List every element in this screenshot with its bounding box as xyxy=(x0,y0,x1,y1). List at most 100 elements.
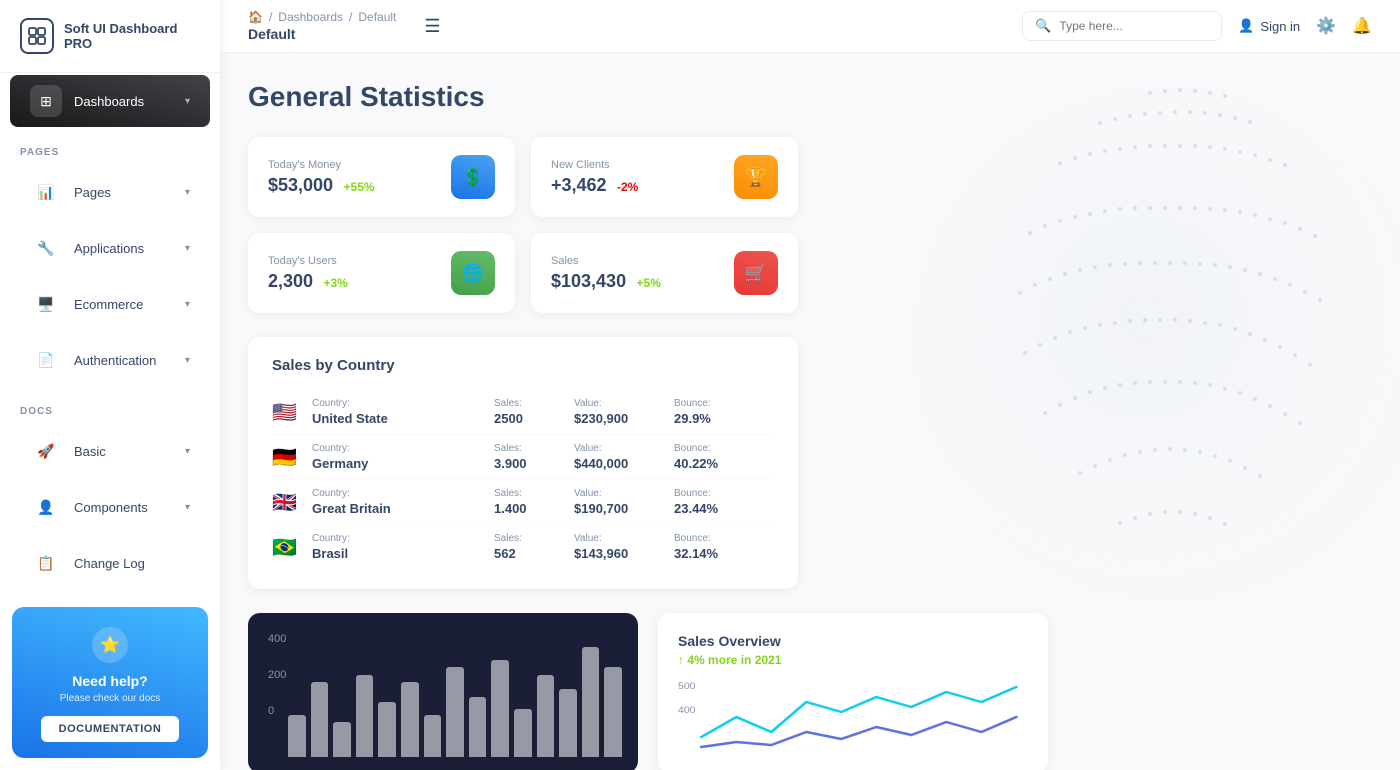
breadcrumb-current: Default xyxy=(358,10,396,24)
sidebar-logo: Soft UI Dashboard PRO xyxy=(0,0,220,73)
col-label-country-0: Country: xyxy=(312,398,494,409)
country-row-de: 🇩🇪 Country: Germany Sales: 3.900 Value: … xyxy=(272,435,774,480)
country-table: 🇺🇸 Country: United State Sales: 2500 Val… xyxy=(272,390,774,569)
col-value-value-2: $190,700 xyxy=(574,501,674,516)
sidebar-item-changelog[interactable]: 📋 Change Log xyxy=(10,537,210,589)
svg-text:500: 500 xyxy=(678,682,696,692)
stat-label-clients: New Clients xyxy=(551,159,638,171)
breadcrumb: 🏠 / Dashboards / Default xyxy=(248,10,396,24)
bar-12 xyxy=(559,689,577,757)
bar-6 xyxy=(424,715,442,757)
chevron-icon-apps: ▾ xyxy=(185,243,190,254)
stat-value-clients: +3,462 xyxy=(551,175,607,195)
stat-value-users: 2,300 xyxy=(268,271,313,291)
stat-icon-clients: 🏆 xyxy=(734,155,778,199)
sidebar-label-changelog: Change Log xyxy=(74,556,145,571)
sidebar-item-ecommerce[interactable]: 🖥️ Ecommerce ▾ xyxy=(10,278,210,330)
documentation-button[interactable]: DOCUMENTATION xyxy=(41,716,180,742)
sidebar-item-pages[interactable]: 📊 Pages ▾ xyxy=(10,166,210,218)
stat-label-money: Today's Money xyxy=(268,159,375,171)
bar-11 xyxy=(537,675,555,758)
col-label-bounce-2: Bounce: xyxy=(674,488,774,499)
bar-chart-y-0: 0 xyxy=(268,705,274,717)
applications-icon: 🔧 xyxy=(30,232,62,264)
hamburger-menu[interactable]: ☰ xyxy=(424,16,440,37)
help-box: ⭐ Need help? Please check our docs DOCUM… xyxy=(12,607,208,758)
bar-7 xyxy=(446,667,464,757)
chevron-icon-basic: ▾ xyxy=(185,446,190,457)
notifications-icon[interactable]: 🔔 xyxy=(1352,16,1372,36)
col-label-bounce-0: Bounce: xyxy=(674,398,774,409)
help-subtitle: Please check our docs xyxy=(28,693,192,704)
bar-5 xyxy=(401,682,419,757)
page-title: General Statistics xyxy=(248,81,1372,113)
col-label-country-1: Country: xyxy=(312,443,494,454)
stat-value-sales: $103,430 xyxy=(551,271,626,291)
bar-1 xyxy=(311,682,329,757)
bar-13 xyxy=(582,647,600,757)
col-value-sales-2: 1.400 xyxy=(494,501,574,516)
pages-icon: 📊 xyxy=(30,176,62,208)
basic-icon: 🚀 xyxy=(30,435,62,467)
help-star-icon: ⭐ xyxy=(92,627,128,663)
sales-overview-title: Sales Overview xyxy=(678,633,1028,649)
settings-icon[interactable]: ⚙️ xyxy=(1316,16,1336,36)
header: 🏠 / Dashboards / Default Default ☰ 🔍 👤 S… xyxy=(220,0,1400,53)
sign-in-label: Sign in xyxy=(1260,19,1300,34)
sidebar-item-applications[interactable]: 🔧 Applications ▾ xyxy=(10,222,210,274)
stat-value-money: $53,000 xyxy=(268,175,333,195)
breadcrumb-container: 🏠 / Dashboards / Default Default xyxy=(248,10,396,42)
sidebar-item-dashboards[interactable]: ⊞ Dashboards ▾ xyxy=(10,75,210,127)
stat-icon-money: 💲 xyxy=(451,155,495,199)
col-label-bounce-3: Bounce: xyxy=(674,533,774,544)
col-value-value-3: $143,960 xyxy=(574,546,674,561)
sales-overview-change: ↑ 4% more in 2021 xyxy=(678,653,1028,667)
bottom-grid: 400 200 0 xyxy=(248,613,1048,770)
sales-by-country-title: Sales by Country xyxy=(272,357,774,374)
auth-icon: 📄 xyxy=(30,344,62,376)
col-label-country-3: Country: xyxy=(312,533,494,544)
bar-0 xyxy=(288,715,306,757)
stat-card-clients: New Clients +3,462 -2% 🏆 xyxy=(531,137,798,217)
sidebar-item-components[interactable]: 👤 Components ▾ xyxy=(10,481,210,533)
bar-10 xyxy=(514,709,532,757)
changelog-icon: 📋 xyxy=(30,547,62,579)
content-area: // This won't execute in SVG context, so… xyxy=(220,53,1400,770)
user-icon: 👤 xyxy=(1238,18,1254,34)
col-value-bounce-2: 23.44% xyxy=(674,501,774,516)
chevron-icon-components: ▾ xyxy=(185,502,190,513)
logo-icon xyxy=(20,18,54,54)
page-current-label: Default xyxy=(248,26,396,42)
app-name: Soft UI Dashboard PRO xyxy=(64,21,200,51)
col-label-sales-2: Sales: xyxy=(494,488,574,499)
stat-card-money: Today's Money $53,000 +55% 💲 xyxy=(248,137,515,217)
dashboards-icon: ⊞ xyxy=(30,85,62,117)
flag-gb: 🇬🇧 xyxy=(272,490,312,515)
home-icon: 🏠 xyxy=(248,10,263,24)
sign-in-button[interactable]: 👤 Sign in xyxy=(1238,18,1300,34)
search-input[interactable] xyxy=(1059,19,1209,33)
svg-text:400: 400 xyxy=(678,706,696,716)
arrow-up-icon: ↑ xyxy=(678,653,684,667)
breadcrumb-separator-2: / xyxy=(349,10,352,24)
sidebar-item-basic[interactable]: 🚀 Basic ▾ xyxy=(10,425,210,477)
sidebar: Soft UI Dashboard PRO ⊞ Dashboards ▾ PAG… xyxy=(0,0,220,770)
bar-chart-y-400: 400 xyxy=(268,633,618,645)
sidebar-label-ecommerce: Ecommerce xyxy=(74,297,143,312)
pages-section-label: PAGES xyxy=(0,129,220,164)
breadcrumb-separator-1: / xyxy=(269,10,272,24)
flag-de: 🇩🇪 xyxy=(272,445,312,470)
ecommerce-icon: 🖥️ xyxy=(30,288,62,320)
col-value-value-0: $230,900 xyxy=(574,411,674,426)
flag-br: 🇧🇷 xyxy=(272,535,312,560)
search-box[interactable]: 🔍 xyxy=(1022,11,1222,41)
sidebar-label-auth: Authentication xyxy=(74,353,156,368)
col-value-sales-0: 2500 xyxy=(494,411,574,426)
col-value-country-2: Great Britain xyxy=(312,501,494,516)
bar-2 xyxy=(333,722,351,757)
sidebar-item-authentication[interactable]: 📄 Authentication ▾ xyxy=(10,334,210,386)
col-value-bounce-0: 29.9% xyxy=(674,411,774,426)
col-label-sales-1: Sales: xyxy=(494,443,574,454)
sidebar-label-applications: Applications xyxy=(74,241,144,256)
stat-icon-sales: 🛒 xyxy=(734,251,778,295)
